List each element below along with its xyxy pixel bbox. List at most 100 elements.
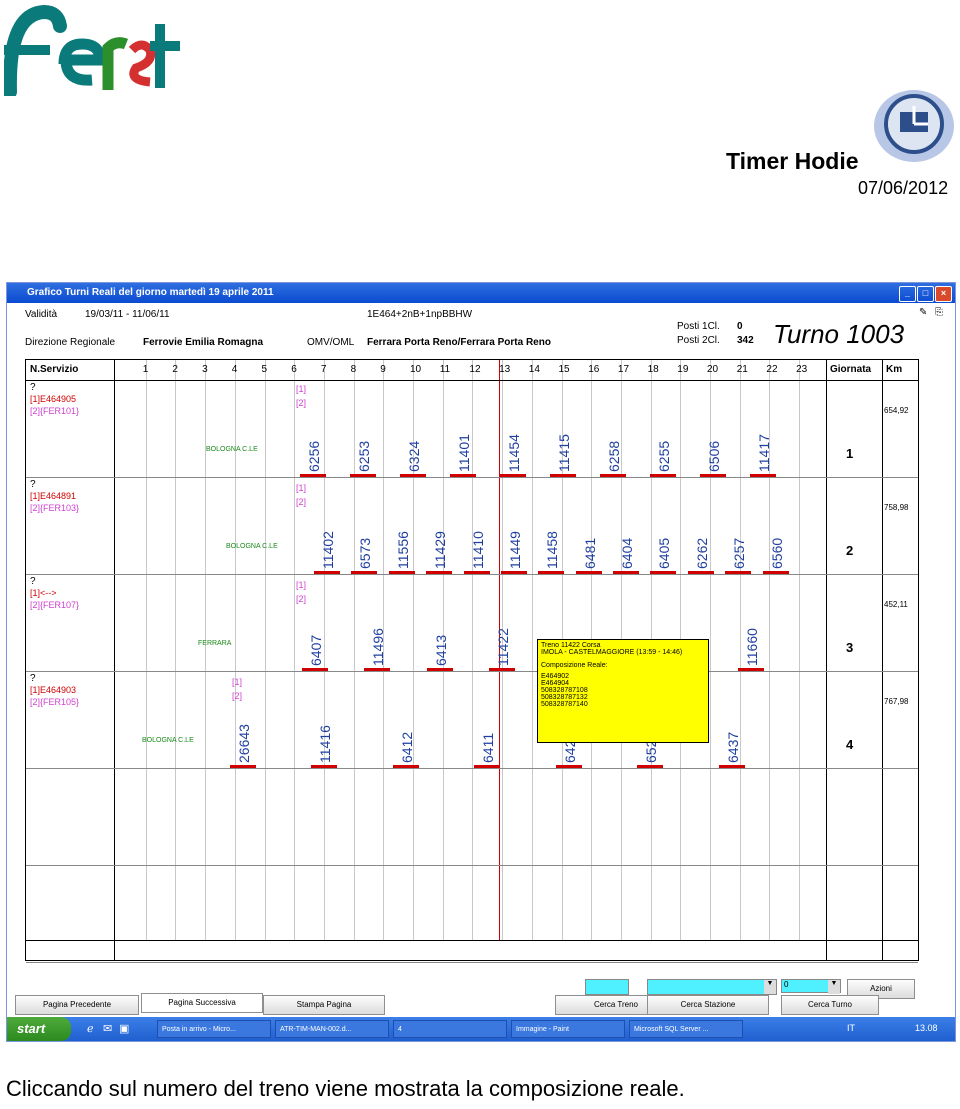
train-number[interactable]: 11410: [470, 531, 486, 569]
omv-value: Ferrara Porta Reno/Ferrara Porta Reno: [367, 337, 551, 348]
hour-gridline: [264, 360, 266, 940]
export-icon[interactable]: ⎘: [935, 307, 943, 318]
servizio-line-1: [1]E464891: [30, 491, 77, 501]
ie-icon[interactable]: ℯ: [87, 1022, 94, 1035]
composition-code: 1E464+2nB+1npBBHW: [367, 309, 473, 320]
row-separator: [26, 768, 918, 769]
minimize-button[interactable]: _: [899, 286, 916, 302]
task-group[interactable]: 4: [393, 1020, 507, 1038]
hour-gridline: [323, 360, 325, 940]
train-number[interactable]: 6481: [582, 538, 598, 569]
train-number[interactable]: 6256: [306, 441, 322, 472]
train-search-input[interactable]: [585, 979, 629, 995]
train-number[interactable]: 11660: [744, 628, 760, 666]
print-page-button[interactable]: Stampa Pagina: [263, 995, 385, 1015]
turno-select[interactable]: 0 ▼: [781, 979, 841, 994]
servizio-line-2: [2]{FER101}: [30, 406, 80, 416]
train-number[interactable]: 6413: [433, 635, 449, 666]
slot-marker: [1]: [296, 384, 307, 394]
train-number[interactable]: 11416: [317, 725, 333, 763]
hour-gridline: [294, 360, 296, 940]
train-number[interactable]: 11415: [556, 434, 572, 472]
train-number[interactable]: 6560: [769, 538, 785, 569]
train-number[interactable]: 11496: [370, 628, 386, 666]
train-segment: [400, 474, 426, 477]
train-number[interactable]: 6405: [656, 538, 672, 569]
train-number[interactable]: 11401: [456, 434, 472, 472]
row-question-mark: ?: [30, 673, 36, 684]
outlook-icon[interactable]: ✉: [103, 1022, 112, 1035]
train-number[interactable]: 6412: [399, 732, 415, 763]
window-titlebar: Grafico Turni Reali del giorno martedì 1…: [7, 283, 955, 303]
desktop-icon[interactable]: ▣: [119, 1022, 129, 1035]
train-number[interactable]: 11454: [506, 434, 522, 472]
task-sql[interactable]: Microsoft SQL Server ...: [629, 1020, 743, 1038]
km-value: 758,98: [884, 503, 909, 512]
train-segment: [488, 668, 515, 671]
app-window: Grafico Turni Reali del giorno martedì 1…: [6, 282, 956, 1042]
posti1-label: Posti 1Cl.: [677, 321, 720, 332]
train-segment: [650, 571, 677, 574]
posti2-value: 342: [737, 335, 754, 346]
train-segment: [637, 765, 664, 768]
next-page-button[interactable]: Pagina Successiva: [141, 993, 263, 1013]
train-number[interactable]: 11449: [507, 531, 523, 569]
train-segment: [463, 571, 490, 574]
servizio-line-2: [2]{FER105}: [30, 697, 80, 707]
train-number[interactable]: 6404: [619, 538, 635, 569]
hour-label: 18: [647, 364, 659, 375]
find-turno-button[interactable]: Cerca Turno: [781, 995, 879, 1015]
giornata-value: 1: [846, 446, 854, 461]
popup-composition-item: 508328787132: [541, 694, 588, 701]
train-number[interactable]: 6411: [480, 733, 496, 763]
train-number[interactable]: 6407: [308, 635, 324, 666]
train-number[interactable]: 26643: [236, 724, 252, 763]
train-segment: [687, 571, 714, 574]
task-outlook[interactable]: Posta in arrivo - Micro...: [157, 1020, 271, 1038]
station-select[interactable]: ▼: [647, 979, 777, 995]
train-number[interactable]: 11429: [432, 531, 448, 569]
train-number[interactable]: 6257: [731, 538, 747, 569]
start-button[interactable]: start: [7, 1017, 71, 1041]
train-number[interactable]: 6506: [706, 441, 722, 472]
hour-gridline: [353, 360, 355, 940]
train-segment: [426, 571, 453, 574]
chevron-down-icon[interactable]: ▼: [828, 980, 840, 994]
train-number[interactable]: 6573: [357, 538, 373, 569]
find-station-button[interactable]: Cerca Stazione: [647, 995, 769, 1015]
train-number[interactable]: 6253: [356, 441, 372, 472]
prev-page-button[interactable]: Pagina Precedente: [15, 995, 139, 1015]
train-number[interactable]: 6262: [694, 538, 710, 569]
popup-composition-item: 508328787108: [541, 687, 588, 694]
taskbar: start ℯ ✉ ▣ Posta in arrivo - Micro... A…: [7, 1017, 955, 1041]
close-button[interactable]: ×: [935, 286, 952, 302]
servizio-line-1: [1]<-->: [30, 588, 57, 598]
turno-select-value: 0: [784, 980, 789, 989]
train-number[interactable]: 6437: [725, 732, 741, 763]
train-number[interactable]: 11556: [395, 531, 411, 569]
train-number[interactable]: 11458: [544, 531, 560, 569]
maximize-button[interactable]: □: [917, 286, 934, 302]
train-segment: [650, 474, 676, 477]
task-word[interactable]: ATR-TIM-MAN-002.d...: [275, 1020, 389, 1038]
language-indicator[interactable]: IT: [847, 1023, 855, 1033]
train-number[interactable]: 6324: [406, 441, 422, 472]
slot-marker: [1]: [296, 483, 307, 493]
train-segment: [474, 765, 501, 768]
slot-marker: [2]: [296, 594, 307, 604]
km-header: Km: [886, 364, 903, 375]
chevron-down-icon[interactable]: ▼: [764, 980, 776, 994]
train-segment: [302, 668, 328, 671]
train-number[interactable]: 6255: [656, 441, 672, 472]
train-number[interactable]: 11422: [495, 628, 511, 666]
hour-label: 7: [320, 364, 327, 375]
posti2-label: Posti 2Cl.: [677, 335, 720, 346]
train-number[interactable]: 11402: [320, 531, 336, 569]
hour-label: 1: [142, 364, 149, 375]
task-paint[interactable]: Immagine - Paint: [511, 1020, 625, 1038]
train-number[interactable]: 6258: [606, 441, 622, 472]
train-number[interactable]: 11417: [756, 434, 772, 472]
edit-icon[interactable]: ✎: [919, 307, 927, 318]
app-title: Timer Hodie: [726, 148, 859, 174]
header-date: 07/06/2012: [858, 178, 949, 198]
